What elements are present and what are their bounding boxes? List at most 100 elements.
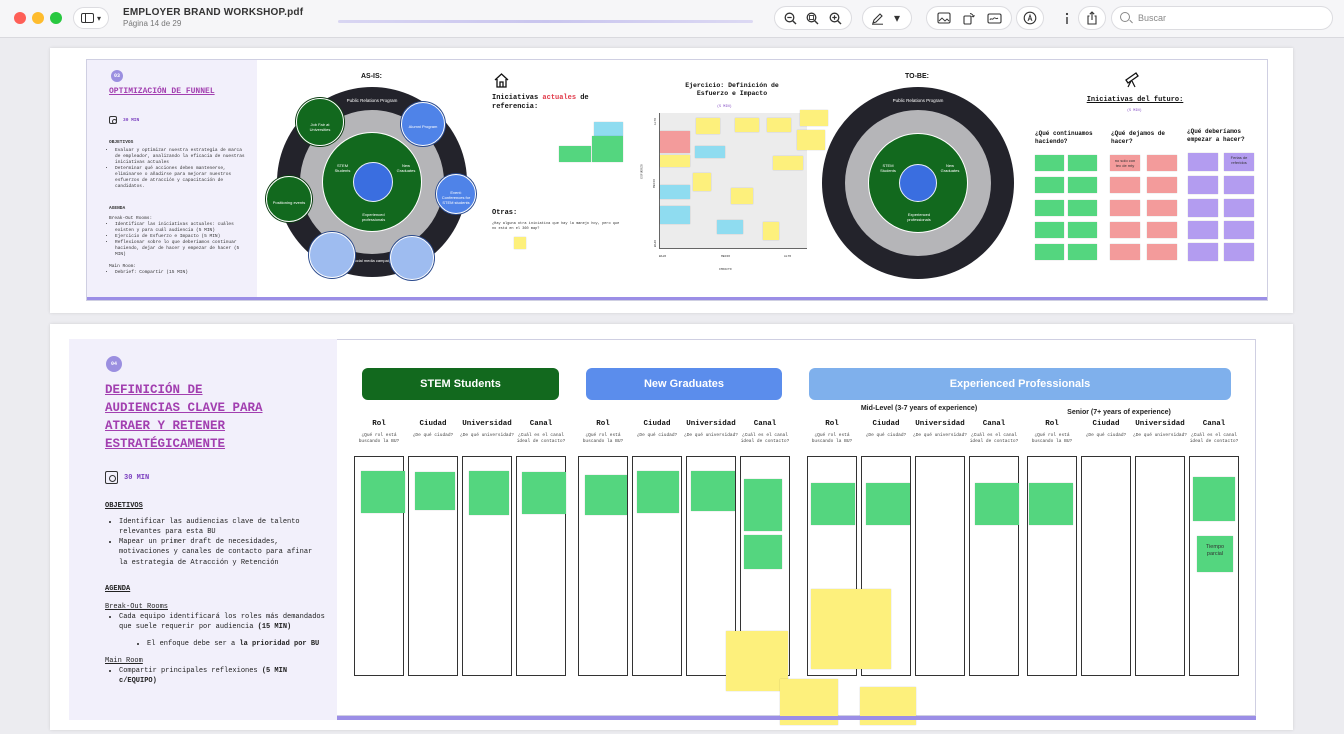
sticky-note[interactable] bbox=[522, 472, 566, 514]
column-question: ¿Qué rol está buscando la BU? bbox=[811, 433, 853, 444]
zoom-window-button[interactable] bbox=[50, 12, 62, 24]
sticky-note[interactable] bbox=[866, 483, 910, 525]
sticky-note[interactable] bbox=[594, 122, 623, 136]
slide2-objectives-heading: OBJETIVOS bbox=[105, 502, 143, 510]
sticky-note[interactable] bbox=[1188, 176, 1218, 194]
sticky-note[interactable] bbox=[637, 471, 679, 513]
signature-icon[interactable] bbox=[984, 8, 1004, 28]
sticky-note[interactable] bbox=[415, 472, 455, 510]
sticky-note[interactable] bbox=[1147, 244, 1177, 260]
column-label-universidad: Universidad bbox=[915, 420, 965, 428]
sticky-note[interactable] bbox=[1188, 221, 1218, 239]
sticky-note[interactable]: no solo con tec de mty bbox=[1110, 155, 1140, 171]
sticky-note[interactable] bbox=[744, 479, 782, 531]
sticky-note[interactable] bbox=[660, 185, 690, 199]
sticky-note[interactable] bbox=[1029, 483, 1073, 525]
sticky-note[interactable] bbox=[1035, 155, 1064, 171]
sticky-note[interactable] bbox=[1188, 199, 1218, 217]
sticky-note[interactable] bbox=[691, 471, 735, 511]
sticky-note[interactable] bbox=[1147, 222, 1177, 238]
search-field[interactable] bbox=[1111, 6, 1333, 30]
as-is-center-label: STEM Students bbox=[334, 163, 351, 173]
sticky-note[interactable] bbox=[1035, 177, 1064, 193]
sticky-note[interactable] bbox=[1224, 176, 1254, 194]
markup-icon[interactable] bbox=[1021, 8, 1039, 28]
sticky-note[interactable] bbox=[811, 483, 855, 525]
sticky-note[interactable] bbox=[1147, 155, 1177, 171]
highlight-pen-icon[interactable] bbox=[867, 8, 887, 28]
sticky-note[interactable] bbox=[695, 146, 725, 158]
sticky-note[interactable] bbox=[726, 631, 788, 691]
sticky-note[interactable] bbox=[797, 130, 825, 150]
chevron-down-icon[interactable]: ▾ bbox=[887, 8, 907, 28]
sticky-note[interactable] bbox=[1147, 200, 1177, 216]
sticky-note[interactable] bbox=[1035, 200, 1064, 216]
sticky-note[interactable] bbox=[1068, 155, 1097, 171]
sticky-note[interactable] bbox=[1068, 200, 1097, 216]
slide2-breakout-label: Break-Out Rooms bbox=[105, 603, 169, 611]
sticky-note[interactable] bbox=[1035, 244, 1064, 260]
sticky-note[interactable] bbox=[800, 110, 828, 126]
column-label-canal: Canal bbox=[753, 420, 777, 428]
sticky-note[interactable] bbox=[717, 220, 743, 234]
sticky-note[interactable] bbox=[1110, 222, 1140, 238]
zoom-in-icon[interactable] bbox=[826, 8, 846, 28]
column-question: ¿Cuál es el canal ideal de contacto? bbox=[516, 433, 566, 444]
sticky-note[interactable]: Tiempo parcial bbox=[1197, 536, 1233, 572]
search-input[interactable] bbox=[1138, 10, 1318, 26]
sticky-note[interactable] bbox=[361, 471, 405, 513]
sticky-note[interactable] bbox=[731, 188, 753, 204]
audience-header-stem: STEM Students bbox=[362, 368, 559, 400]
sticky-note[interactable] bbox=[559, 146, 591, 162]
sticky-note[interactable] bbox=[1147, 177, 1177, 193]
sticky-note[interactable] bbox=[514, 237, 526, 249]
sticky-note[interactable] bbox=[693, 173, 711, 191]
sticky-note[interactable] bbox=[1188, 153, 1218, 171]
pdf-page-thumbnail-1[interactable]: 03 OPTIMIZACIÓN DE FUNNEL 30 MIN OBJETIV… bbox=[50, 48, 1293, 313]
sticky-note[interactable] bbox=[1035, 222, 1064, 238]
share-icon[interactable] bbox=[1083, 8, 1101, 28]
minimize-window-button[interactable] bbox=[32, 12, 44, 24]
sticky-note[interactable] bbox=[660, 206, 690, 224]
slide2-bottom-bar bbox=[337, 716, 1256, 720]
zoom-fit-icon[interactable] bbox=[803, 8, 823, 28]
sticky-note[interactable] bbox=[1224, 243, 1254, 261]
sticky-note[interactable]: Ferias de referidos bbox=[1224, 153, 1254, 171]
sticky-note[interactable] bbox=[763, 222, 779, 240]
sticky-note[interactable] bbox=[696, 118, 720, 134]
pdf-page-thumbnail-2[interactable]: 04 DEFINICIÓN DE AUDIENCIAS CLAVE PARA A… bbox=[50, 324, 1293, 730]
sidebar-toggle-button[interactable]: ▾ bbox=[73, 7, 109, 29]
sticky-note[interactable] bbox=[975, 483, 1019, 525]
sticky-note[interactable] bbox=[767, 118, 791, 132]
sticky-note[interactable] bbox=[1188, 243, 1218, 261]
sticky-note[interactable] bbox=[469, 471, 509, 515]
sticky-note[interactable] bbox=[1110, 244, 1140, 260]
sticky-note[interactable] bbox=[1110, 177, 1140, 193]
image-icon[interactable] bbox=[934, 8, 954, 28]
sticky-note[interactable] bbox=[1068, 222, 1097, 238]
as-is-right-label: New Graduates bbox=[396, 163, 416, 173]
sticky-note[interactable] bbox=[735, 118, 759, 132]
exercise-x-tick: ALTO bbox=[784, 255, 792, 258]
sticky-note[interactable] bbox=[811, 589, 891, 669]
sticky-note[interactable] bbox=[773, 156, 803, 170]
info-icon[interactable] bbox=[1057, 8, 1077, 28]
sticky-note[interactable] bbox=[1224, 221, 1254, 239]
sticky-note[interactable] bbox=[744, 535, 782, 569]
rotate-icon[interactable] bbox=[959, 8, 979, 28]
sticky-note[interactable] bbox=[1110, 200, 1140, 216]
sticky-note[interactable] bbox=[660, 131, 690, 153]
sticky-note[interactable] bbox=[1193, 477, 1235, 521]
column-drop-zone[interactable] bbox=[1081, 456, 1131, 676]
sticky-note[interactable] bbox=[660, 155, 690, 167]
sticky-note[interactable] bbox=[1224, 199, 1254, 217]
close-window-button[interactable] bbox=[14, 12, 26, 24]
zoom-out-icon[interactable] bbox=[780, 8, 800, 28]
sticky-note[interactable] bbox=[592, 136, 623, 162]
slide2-objective: Mapear un primer draft de necesidades, m… bbox=[119, 537, 319, 567]
sticky-note[interactable] bbox=[1068, 244, 1097, 260]
sticky-note[interactable] bbox=[1068, 177, 1097, 193]
sticky-note[interactable] bbox=[585, 475, 627, 515]
column-drop-zone[interactable] bbox=[1135, 456, 1185, 676]
column-drop-zone[interactable] bbox=[915, 456, 965, 676]
